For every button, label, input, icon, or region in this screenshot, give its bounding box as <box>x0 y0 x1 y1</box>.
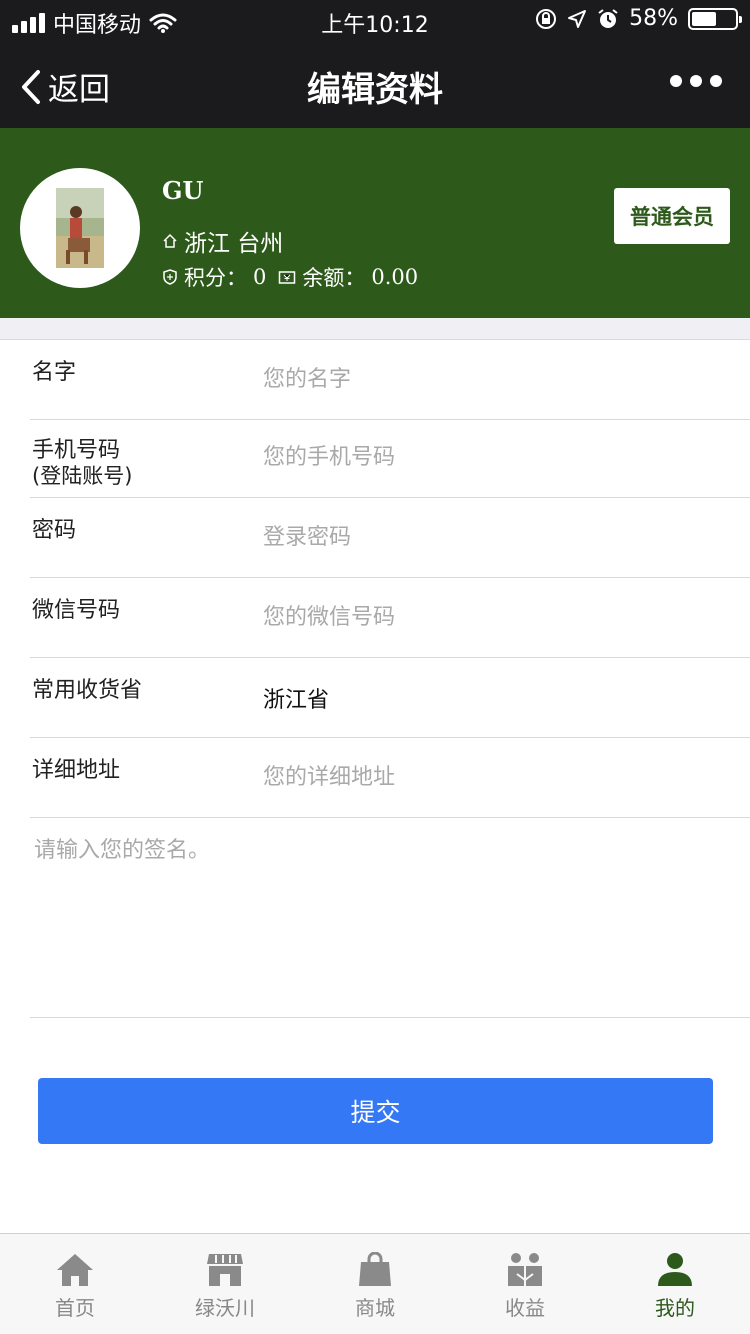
points-label: 积分： <box>184 266 247 290</box>
points-value: 0 <box>253 265 267 289</box>
home-outline-icon <box>163 233 177 248</box>
province-select[interactable]: 浙江省 <box>263 682 329 714</box>
phone-row: 手机号码 (登陆账号) <box>30 418 750 498</box>
shield-icon <box>163 269 177 285</box>
tab-label: 我的 <box>655 1296 695 1320</box>
tab-lvwochuan[interactable]: 绿沃川 <box>150 1234 300 1334</box>
tab-mine[interactable]: 我的 <box>600 1234 750 1334</box>
more-dot-icon <box>710 75 722 87</box>
tab-mall[interactable]: 商城 <box>300 1234 450 1334</box>
balance-label: 余额： <box>302 266 366 290</box>
location-icon <box>568 9 587 28</box>
address-row: 详细地址 <box>30 738 750 818</box>
battery-percent: 58% <box>629 6 678 31</box>
store-icon <box>207 1254 243 1286</box>
battery-fill <box>692 11 717 26</box>
submit-button[interactable]: 提交 <box>38 1078 713 1144</box>
wallet-icon <box>279 271 296 284</box>
phone-sublabel: (登陆账号) <box>32 464 133 488</box>
name-row: 名字 <box>30 340 750 420</box>
more-dot-icon <box>670 75 682 87</box>
address-label: 详细地址 <box>32 758 121 783</box>
phone-label-group: 手机号码 (登陆账号) <box>32 438 132 488</box>
name-label: 名字 <box>32 360 77 385</box>
home-icon <box>57 1254 93 1286</box>
tab-home[interactable]: 首页 <box>0 1234 150 1334</box>
user-name: GU <box>162 176 204 205</box>
section-divider <box>0 318 750 340</box>
more-button[interactable] <box>670 75 722 87</box>
location-text: 浙江 台州 <box>184 231 284 257</box>
battery-icon <box>688 7 742 30</box>
province-row: 常用收货省 浙江省 <box>30 658 750 738</box>
name-input[interactable] <box>263 340 733 418</box>
shopping-bag-icon <box>359 1252 391 1286</box>
avatar-photo <box>56 188 104 268</box>
signature-textarea[interactable] <box>30 818 750 1018</box>
province-label: 常用收货省 <box>32 678 143 703</box>
more-dot-icon <box>690 75 702 87</box>
balance-value: 0.00 <box>371 265 419 289</box>
alarm-icon <box>598 8 618 28</box>
page-title: 编辑资料 <box>307 70 443 110</box>
user-icon <box>658 1253 692 1286</box>
password-row: 密码 <box>30 498 750 578</box>
status-bar: 中国移动 上午10:12 58% <box>0 0 750 40</box>
rotation-lock-icon <box>536 8 557 29</box>
people-icon <box>508 1253 542 1286</box>
tab-label: 商城 <box>355 1296 395 1320</box>
avatar[interactable] <box>20 168 140 288</box>
status-right: 58% <box>535 6 742 31</box>
tab-earnings[interactable]: 收益 <box>450 1234 600 1334</box>
tab-label: 绿沃川 <box>195 1296 255 1320</box>
nav-bar: 返回 编辑资料 <box>0 40 750 128</box>
phone-label: 手机号码 <box>32 438 121 463</box>
password-label: 密码 <box>32 518 77 543</box>
tab-label: 收益 <box>505 1296 545 1320</box>
password-input[interactable] <box>263 498 733 576</box>
wechat-label: 微信号码 <box>32 598 121 623</box>
tab-label: 首页 <box>55 1296 95 1320</box>
profile-header: GU 浙江 台州 积分： 0 余额： 0.00 普通会员 <box>0 128 750 318</box>
user-location: 浙江 台州 <box>162 224 283 258</box>
user-stats: 积分： 0 余额： 0.00 <box>162 262 418 292</box>
member-level-badge[interactable]: 普通会员 <box>614 188 730 244</box>
wechat-row: 微信号码 <box>30 578 750 658</box>
address-input[interactable] <box>263 738 733 816</box>
wechat-input[interactable] <box>263 578 733 656</box>
tab-bar: 首页 绿沃川 商城 收益 我的 <box>0 1233 750 1334</box>
phone-input[interactable] <box>263 418 733 496</box>
